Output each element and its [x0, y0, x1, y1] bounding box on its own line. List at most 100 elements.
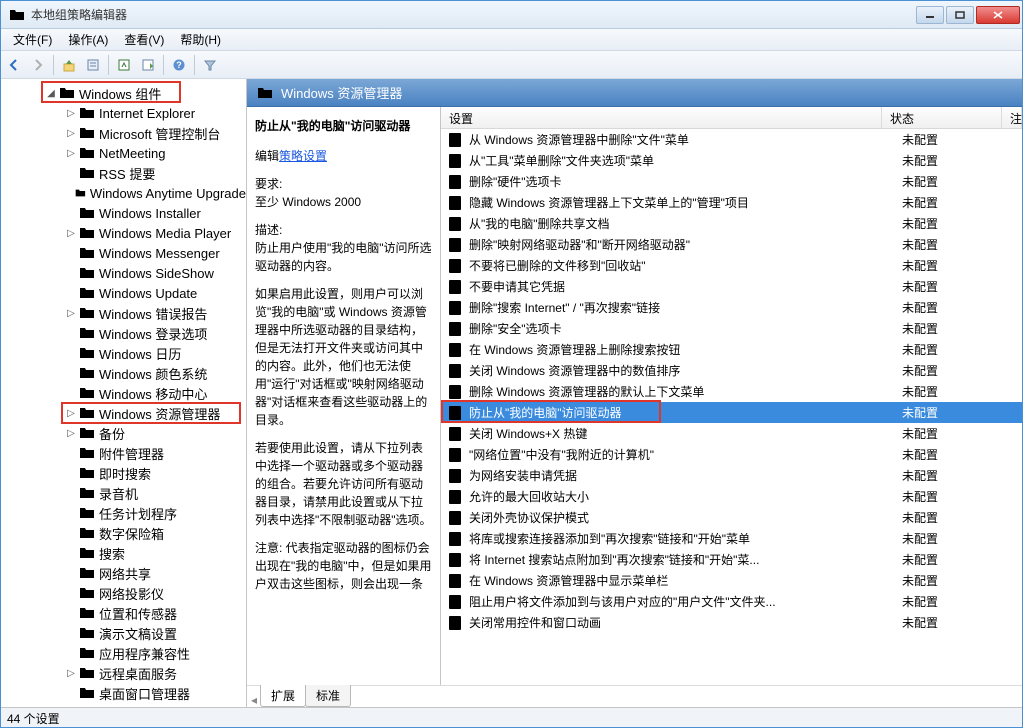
- close-button[interactable]: [976, 6, 1020, 24]
- tree-node[interactable]: 网络共享: [61, 563, 246, 583]
- policy-row[interactable]: 将库或搜索连接器添加到"再次搜索"链接和"开始"菜单未配置: [441, 528, 1022, 549]
- policy-row[interactable]: 从"我的电脑"删除共享文档未配置: [441, 213, 1022, 234]
- tree-node[interactable]: ▷Internet Explorer: [61, 103, 246, 123]
- tree-node[interactable]: Windows 移动中心: [61, 383, 246, 403]
- tree-node[interactable]: ▷远程桌面服务: [61, 663, 246, 683]
- tree-node[interactable]: 位置和传感器: [61, 603, 246, 623]
- policy-row[interactable]: 删除"搜索 Internet" / "再次搜索"链接未配置: [441, 297, 1022, 318]
- nav-back-button[interactable]: [3, 54, 25, 76]
- policy-row[interactable]: 从 Windows 资源管理器中删除"文件"菜单未配置: [441, 129, 1022, 150]
- menu-file[interactable]: 文件(F): [5, 29, 60, 50]
- policy-row[interactable]: 在 Windows 资源管理器中显示菜单栏未配置: [441, 570, 1022, 591]
- tree-node[interactable]: 应用程序兼容性: [61, 643, 246, 663]
- tree-node[interactable]: 桌面窗口管理器: [61, 683, 246, 703]
- tree-node[interactable]: 即时搜索: [61, 463, 246, 483]
- expand-arrow-icon[interactable]: [65, 468, 77, 479]
- expand-arrow-icon[interactable]: [65, 208, 77, 219]
- expand-arrow-icon[interactable]: [65, 628, 77, 639]
- policy-row[interactable]: 关闭外壳协议保护模式未配置: [441, 507, 1022, 528]
- tree-node[interactable]: Windows Installer: [61, 203, 246, 223]
- filter-button[interactable]: [199, 54, 221, 76]
- policy-row[interactable]: 关闭 Windows 资源管理器中的数值排序未配置: [441, 360, 1022, 381]
- expand-arrow-icon[interactable]: ▷: [65, 128, 77, 139]
- tree-node[interactable]: ▷Windows 错误报告: [61, 303, 246, 323]
- tree-node[interactable]: Windows Update: [61, 283, 246, 303]
- menu-action[interactable]: 操作(A): [60, 29, 116, 50]
- expand-arrow-icon[interactable]: [65, 188, 73, 199]
- expand-arrow-icon[interactable]: [65, 328, 77, 339]
- tree-node[interactable]: Windows 日历: [61, 343, 246, 363]
- expand-arrow-icon[interactable]: [65, 588, 77, 599]
- col-extra[interactable]: 注: [1002, 107, 1022, 128]
- policy-row[interactable]: 在 Windows 资源管理器上删除搜索按钮未配置: [441, 339, 1022, 360]
- expand-arrow-icon[interactable]: [65, 548, 77, 559]
- tab-standard[interactable]: 标准: [305, 685, 351, 707]
- policy-list[interactable]: 从 Windows 资源管理器中删除"文件"菜单未配置从"工具"菜单删除"文件夹…: [441, 129, 1022, 685]
- tree-node[interactable]: ▷Windows Media Player: [61, 223, 246, 243]
- expand-arrow-icon[interactable]: [65, 608, 77, 619]
- expand-arrow-icon[interactable]: ▷: [65, 668, 77, 679]
- tree-node[interactable]: Windows 登录选项: [61, 323, 246, 343]
- tree-node[interactable]: 任务计划程序: [61, 503, 246, 523]
- expand-arrow-icon[interactable]: [65, 168, 77, 179]
- refresh-button[interactable]: [113, 54, 135, 76]
- menu-help[interactable]: 帮助(H): [172, 29, 229, 50]
- tree-node[interactable]: Windows Messenger: [61, 243, 246, 263]
- tree-node[interactable]: Windows 颜色系统: [61, 363, 246, 383]
- policy-row[interactable]: 不要申请其它凭据未配置: [441, 276, 1022, 297]
- expand-arrow-icon[interactable]: ▷: [65, 148, 77, 159]
- expand-arrow-icon[interactable]: [65, 508, 77, 519]
- expand-arrow-icon[interactable]: [65, 448, 77, 459]
- edit-policy-link[interactable]: 策略设置: [279, 149, 327, 163]
- help-button[interactable]: ?: [168, 54, 190, 76]
- minimize-button[interactable]: [916, 6, 944, 24]
- policy-row[interactable]: 关闭常用控件和窗口动画未配置: [441, 612, 1022, 633]
- expand-arrow-icon[interactable]: [65, 528, 77, 539]
- nav-forward-button[interactable]: [27, 54, 49, 76]
- tree-node[interactable]: RSS 提要: [61, 163, 246, 183]
- expand-arrow-icon[interactable]: ▷: [65, 308, 77, 319]
- expand-arrow-icon[interactable]: [65, 248, 77, 259]
- export-button[interactable]: [137, 54, 159, 76]
- expand-arrow-icon[interactable]: [65, 488, 77, 499]
- expand-arrow-icon[interactable]: ▷: [65, 108, 77, 119]
- tree-node[interactable]: 数字保险箱: [61, 523, 246, 543]
- expand-arrow-icon[interactable]: [65, 368, 77, 379]
- expand-arrow-icon[interactable]: [65, 568, 77, 579]
- maximize-button[interactable]: [946, 6, 974, 24]
- policy-row[interactable]: 删除"安全"选项卡未配置: [441, 318, 1022, 339]
- tree-node[interactable]: ▷备份: [61, 423, 246, 443]
- expand-arrow-icon[interactable]: ▷: [65, 228, 77, 239]
- policy-row[interactable]: 不要将已删除的文件移到"回收站"未配置: [441, 255, 1022, 276]
- policy-row[interactable]: 隐藏 Windows 资源管理器上下文菜单上的"管理"项目未配置: [441, 192, 1022, 213]
- policy-row[interactable]: 从"工具"菜单删除"文件夹选项"菜单未配置: [441, 150, 1022, 171]
- tree-node[interactable]: ▷Microsoft 管理控制台: [61, 123, 246, 143]
- tree-node[interactable]: 演示文稿设置: [61, 623, 246, 643]
- tab-extended[interactable]: 扩展: [260, 685, 306, 707]
- tree-node[interactable]: 搜索: [61, 543, 246, 563]
- tree-node[interactable]: 网络投影仪: [61, 583, 246, 603]
- col-setting[interactable]: 设置: [441, 107, 882, 128]
- policy-row[interactable]: 删除"映射网络驱动器"和"断开网络驱动器"未配置: [441, 234, 1022, 255]
- expand-arrow-icon[interactable]: [65, 688, 77, 699]
- tree-node[interactable]: Windows Anytime Upgrade: [61, 183, 246, 203]
- properties-button[interactable]: [82, 54, 104, 76]
- tree-node[interactable]: Windows SideShow: [61, 263, 246, 283]
- tree-node-root[interactable]: ◢Windows 组件: [41, 83, 246, 103]
- tree-node[interactable]: ▷NetMeeting: [61, 143, 246, 163]
- expand-arrow-icon[interactable]: ▷: [65, 428, 77, 439]
- tree-node[interactable]: 附件管理器: [61, 443, 246, 463]
- policy-row[interactable]: "网络位置"中没有"我附近的计算机"未配置: [441, 444, 1022, 465]
- expand-arrow-icon[interactable]: [65, 268, 77, 279]
- tree-node[interactable]: 录音机: [61, 483, 246, 503]
- expand-arrow-icon[interactable]: [65, 288, 77, 299]
- policy-row[interactable]: 将 Internet 搜索站点附加到"再次搜索"链接和"开始"菜...未配置: [441, 549, 1022, 570]
- expand-arrow-icon[interactable]: [65, 348, 77, 359]
- policy-row[interactable]: 删除"硬件"选项卡未配置: [441, 171, 1022, 192]
- policy-row[interactable]: 阻止用户将文件添加到与该用户对应的"用户文件"文件夹...未配置: [441, 591, 1022, 612]
- tree-panel[interactable]: ◢Windows 组件▷Internet Explorer▷Microsoft …: [1, 79, 247, 707]
- tree-node[interactable]: ▷Windows 资源管理器: [61, 403, 246, 423]
- col-status[interactable]: 状态: [882, 107, 1002, 128]
- expand-arrow-icon[interactable]: [65, 648, 77, 659]
- up-level-button[interactable]: [58, 54, 80, 76]
